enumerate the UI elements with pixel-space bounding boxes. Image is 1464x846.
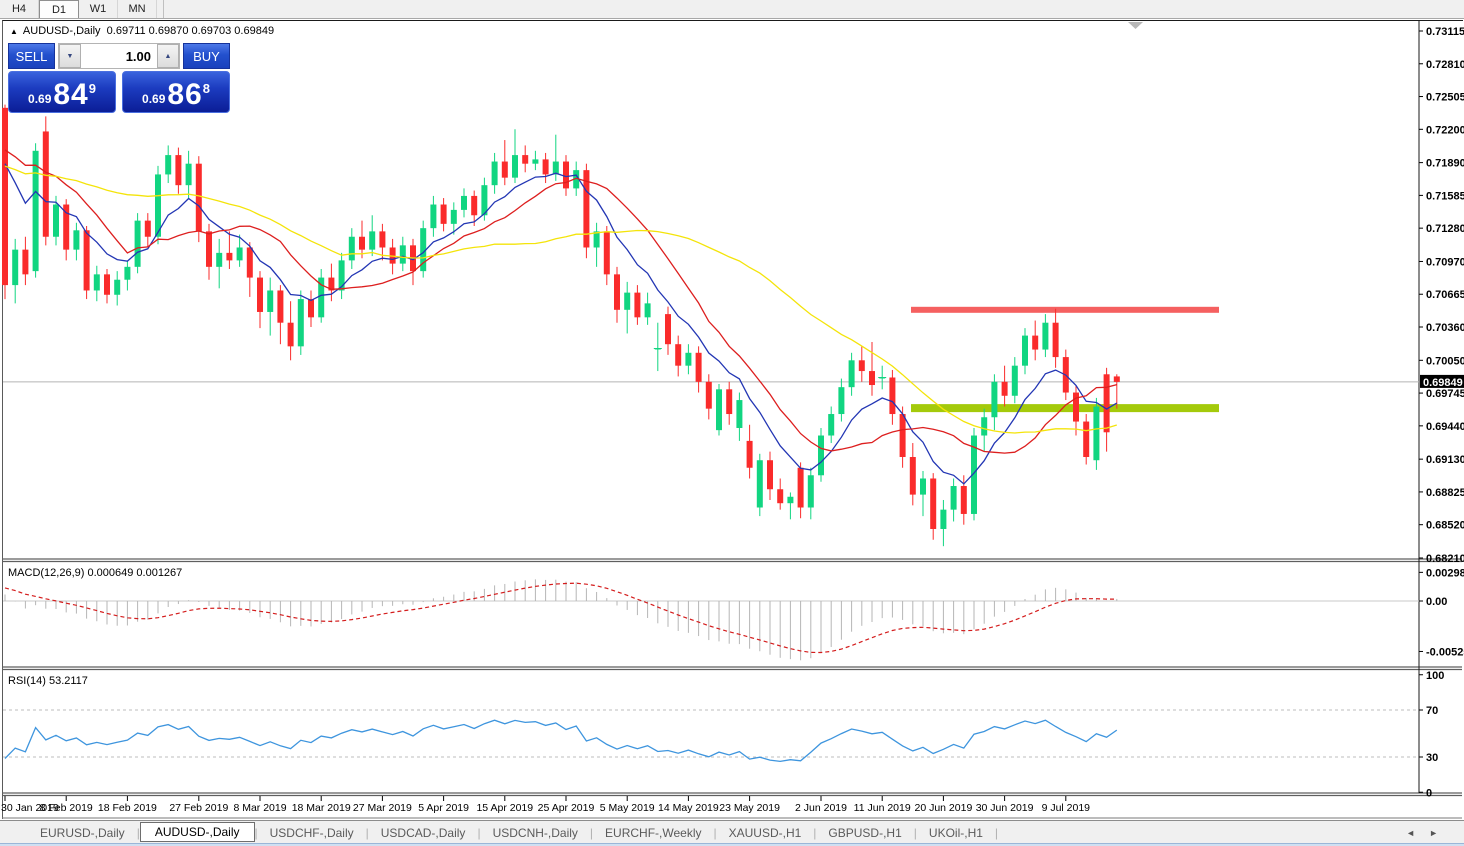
timeframe-button-w1[interactable]: W1 [79,0,118,18]
tab-audusd-daily[interactable]: AUDUSD-,Daily [139,821,255,842]
buy-price-pip-digit: 8 [202,81,210,96]
lot-decrease-button[interactable]: ▼ [59,44,81,68]
tab-eurusd-daily[interactable]: EURUSD-,Daily [28,824,137,842]
tab-usdchf-daily[interactable]: USDCHF-,Daily [258,824,366,842]
one-click-trading-panel: SELL ▼ ▲ BUY 0.69 84 9 0.69 86 8 [8,43,230,113]
timeframe-button-mn[interactable]: MN [118,0,157,18]
buy-price-box[interactable]: 0.69 86 8 [122,71,230,113]
tab-usdcnh-daily[interactable]: USDCNH-,Daily [481,824,590,842]
sell-price-prefix: 0.69 [28,92,52,106]
buy-price-prefix: 0.69 [142,92,166,106]
sell-price-pip-digit: 9 [88,81,96,96]
chart-tab-bar: EURUSD-,Daily | AUDUSD-,Daily | USDCHF-,Dail… [0,820,1464,844]
mt4-window: { "toolbar": { "timeframes": [ {"label":… [0,0,1464,846]
lot-size-group: ▼ ▲ [58,43,180,69]
buy-button[interactable]: BUY [183,43,230,69]
timeframe-button-h4[interactable]: H4 [0,0,39,18]
sell-button[interactable]: SELL [8,43,55,69]
tab-xauusd-h1[interactable]: XAUUSD-,H1 [717,824,814,842]
tab-eurchf-weekly[interactable]: EURCHF-,Weekly [593,824,713,842]
toolbar-separator [157,0,164,18]
chevron-up-icon: ▲ [164,52,172,60]
sell-price-big-digits: 84 [53,78,89,111]
tabs-scroll-right-icon[interactable]: ► [1429,828,1452,838]
buy-price-big-digits: 86 [167,78,203,111]
sell-price-box[interactable]: 0.69 84 9 [8,71,116,113]
tab-usdcad-daily[interactable]: USDCAD-,Daily [369,824,478,842]
tab-gbpusd-h1[interactable]: GBPUSD-,H1 [816,824,913,842]
lot-increase-button[interactable]: ▲ [157,44,179,68]
chevron-down-icon: ▼ [66,52,74,60]
timeframe-button-d1[interactable]: D1 [39,0,79,18]
chart-title-bar: ▲ AUDUSD-,Daily 0.69711 0.69870 0.69703 0… [10,25,274,37]
collapse-triangle-icon[interactable]: ▲ [10,27,18,36]
tabs-scroll-left-icon[interactable]: ◄ [1406,828,1429,838]
tab-ukoil-h1[interactable]: UKOil-,H1 [917,824,995,842]
chart-ohlc-values: 0.69711 0.69870 0.69703 0.69849 [106,25,275,37]
chart-window [2,20,1463,819]
lot-size-input[interactable] [81,44,157,68]
timeframe-toolbar: H4 D1 W1 MN [0,0,1464,19]
chart-symbol-label: AUDUSD-,Daily [22,25,101,37]
tab-separator: | [994,825,999,840]
